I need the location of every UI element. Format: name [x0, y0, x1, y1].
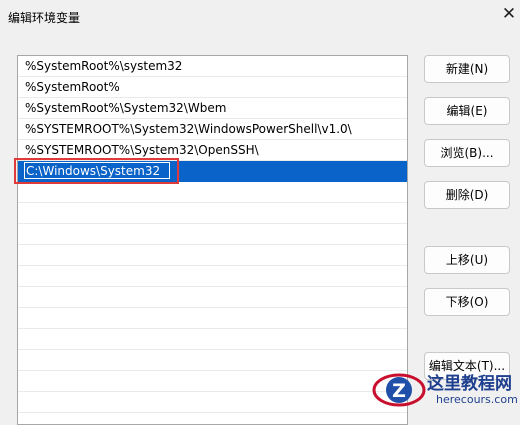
list-item-empty[interactable]: [18, 371, 407, 392]
move-down-button[interactable]: 下移(O): [424, 288, 510, 316]
list-item[interactable]: %SystemRoot%\System32\Wbem: [18, 98, 407, 119]
window-title: 编辑环境变量: [8, 11, 81, 25]
list-item[interactable]: %SystemRoot%: [18, 77, 407, 98]
list-item-empty[interactable]: [18, 329, 407, 350]
path-list[interactable]: %SystemRoot%\system32 %SystemRoot% %Syst…: [17, 55, 408, 425]
list-item-empty[interactable]: [18, 245, 407, 266]
watermark: Z 这里教程网 herecours.com: [370, 366, 520, 411]
watermark-url: herecours.com: [436, 393, 518, 406]
list-item-empty[interactable]: [18, 350, 407, 371]
list-item[interactable]: %SYSTEMROOT%\System32\WindowsPowerShell\…: [18, 119, 407, 140]
list-item-empty[interactable]: [18, 392, 407, 413]
move-up-button[interactable]: 上移(U): [424, 246, 510, 274]
watermark-title: 这里教程网: [427, 374, 512, 394]
edit-button[interactable]: 编辑(E): [424, 97, 510, 125]
highlight-annotation: [14, 158, 179, 184]
delete-button[interactable]: 删除(D): [424, 181, 510, 209]
list-item-empty[interactable]: [18, 287, 407, 308]
list-item-empty[interactable]: [18, 266, 407, 287]
close-icon[interactable]: ✕: [500, 4, 518, 24]
list-item-empty[interactable]: [18, 182, 407, 203]
watermark-logo-letter: Z: [392, 380, 406, 402]
list-item[interactable]: %SystemRoot%\system32: [18, 56, 407, 77]
browse-button[interactable]: 浏览(B)...: [424, 139, 510, 167]
list-item-empty[interactable]: [18, 224, 407, 245]
list-item-empty[interactable]: [18, 308, 407, 329]
new-button[interactable]: 新建(N): [424, 55, 510, 83]
list-item-empty[interactable]: [18, 203, 407, 224]
watermark-logo-icon: Z: [372, 373, 426, 407]
